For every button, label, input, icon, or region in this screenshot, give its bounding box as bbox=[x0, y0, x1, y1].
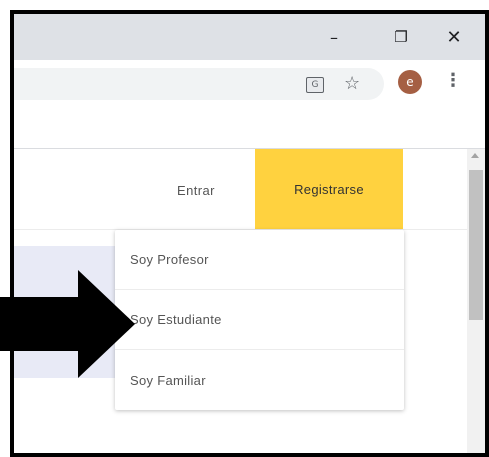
register-button[interactable]: Registrarse bbox=[255, 149, 403, 229]
avatar[interactable]: e bbox=[398, 70, 422, 94]
minimize-icon[interactable]: – bbox=[319, 23, 349, 51]
login-link[interactable]: Entrar bbox=[177, 183, 215, 198]
pointer-arrow bbox=[0, 270, 135, 378]
dropdown-item-profesor[interactable]: Soy Profesor bbox=[115, 230, 404, 290]
address-bar[interactable]: G ☆ bbox=[14, 68, 384, 100]
bookmarks-bar bbox=[14, 108, 485, 149]
titlebar: – ❐ ✕ bbox=[14, 14, 485, 60]
star-icon[interactable]: ☆ bbox=[344, 73, 360, 94]
site-header: Entrar Registrarse bbox=[14, 149, 467, 230]
translate-icon[interactable]: G bbox=[306, 77, 324, 93]
close-icon[interactable]: ✕ bbox=[439, 23, 469, 51]
scroll-thumb[interactable] bbox=[469, 170, 483, 320]
menu-icon[interactable]: ⋮ bbox=[444, 70, 462, 91]
dropdown-item-familiar[interactable]: Soy Familiar bbox=[115, 350, 404, 410]
register-dropdown: Soy Profesor Soy Estudiante Soy Familiar bbox=[115, 230, 404, 410]
browser-toolbar: G ☆ e ⋮ bbox=[14, 60, 485, 108]
browser-frame: – ❐ ✕ G ☆ e ⋮ Entrar Registrarse Soy Pro… bbox=[10, 10, 489, 457]
maximize-icon[interactable]: ❐ bbox=[386, 23, 416, 51]
scroll-up-icon[interactable] bbox=[471, 153, 479, 158]
dropdown-item-estudiante[interactable]: Soy Estudiante bbox=[115, 290, 404, 350]
vertical-scrollbar[interactable] bbox=[467, 149, 485, 453]
